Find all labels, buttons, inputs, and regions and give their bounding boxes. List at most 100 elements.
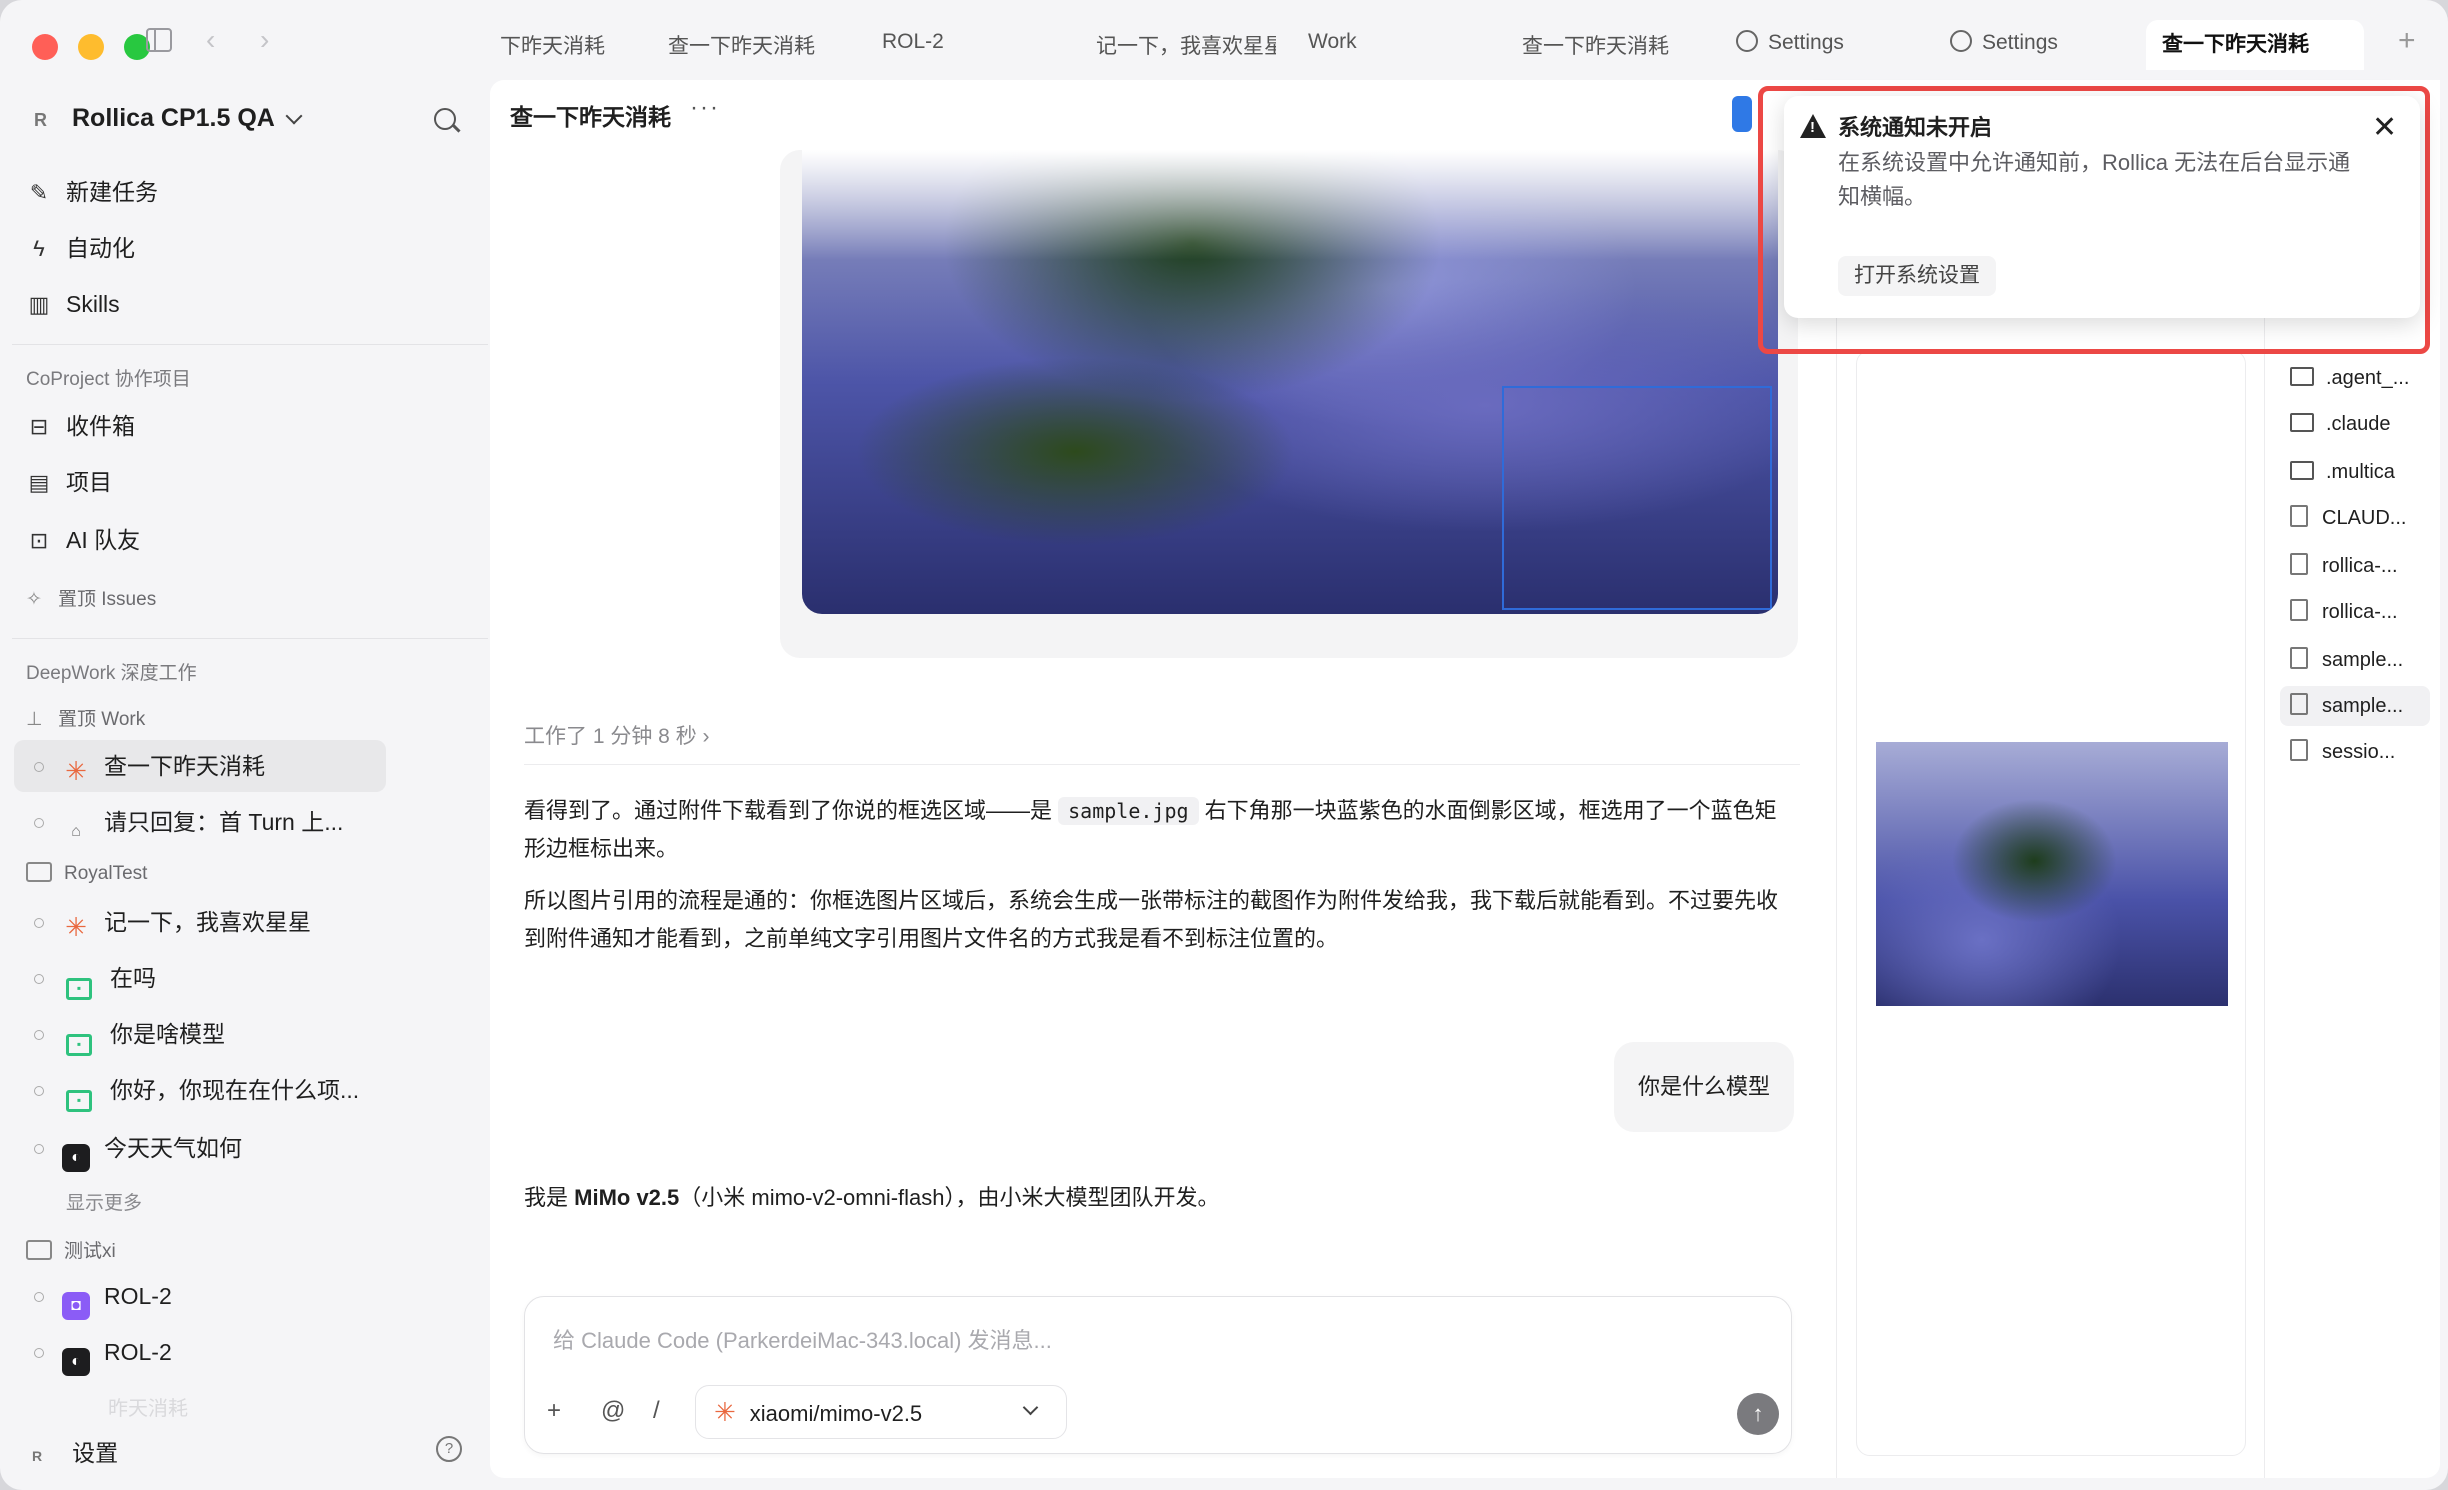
task-label: 今天天气如何: [104, 1135, 242, 1161]
task-label: ROL-2: [104, 1339, 172, 1365]
open-system-settings-button[interactable]: 打开系统设置: [1838, 256, 1996, 296]
faded-task-item[interactable]: 昨天消耗: [108, 1392, 188, 1421]
pinned-work-label: 置顶 Work: [58, 709, 146, 730]
task-item[interactable]: ▪ 你好，你现在在什么项...: [14, 1064, 386, 1116]
minimize-window-button[interactable]: [78, 34, 104, 60]
task-label: 在吗: [110, 965, 156, 991]
group-testxi[interactable]: 测试xi: [26, 1236, 116, 1263]
new-tab-plus-icon[interactable]: +: [2398, 24, 2416, 58]
more-options-icon[interactable]: ···: [690, 94, 720, 122]
toolbar-blue-icon[interactable]: [1732, 96, 1752, 132]
file-icon: [2290, 739, 2308, 761]
task-item-selected[interactable]: ✳ 查一下昨天消耗: [14, 740, 386, 792]
mention-icon[interactable]: @: [601, 1397, 625, 1425]
file-tree-item[interactable]: sessio...: [2290, 732, 2430, 772]
chevron-down-icon[interactable]: [285, 107, 303, 125]
nav-automation[interactable]: ϟ 自动化: [26, 228, 135, 268]
tab-1[interactable]: 查一下昨天消耗: [668, 30, 828, 70]
file-name: sample...: [2322, 649, 2404, 671]
image-file-icon: [2290, 647, 2308, 669]
tab-7[interactable]: Settings: [1950, 30, 2090, 70]
settings-button[interactable]: R 设置: [32, 1434, 118, 1468]
pinned-issues[interactable]: ✧ 置顶 Issues: [26, 584, 156, 611]
app-icon: ◘: [62, 1292, 90, 1320]
close-window-button[interactable]: [32, 34, 58, 60]
slash-command-icon[interactable]: /: [653, 1397, 660, 1425]
status-dot: [34, 1030, 44, 1040]
file-name: .multica: [2326, 461, 2395, 483]
file-icon: [2290, 553, 2308, 575]
task-item[interactable]: ◐ ROL-2: [14, 1326, 386, 1378]
nav-project[interactable]: ▤ 项目: [26, 462, 112, 502]
file-tree-item-selected[interactable]: sample...: [2280, 686, 2430, 726]
file-tree-item[interactable]: sample...: [2290, 640, 2430, 680]
tab-4[interactable]: Work: [1308, 30, 1378, 70]
assistant-reply: 我是 MiMo v2.5（小米 mimo-v2-omni-flash），由小米大…: [524, 1180, 1220, 1212]
task-item[interactable]: ▪ 在吗: [14, 952, 386, 1004]
file-name: CLAUD...: [2322, 507, 2407, 529]
task-item[interactable]: ◘ ROL-2: [14, 1270, 386, 1322]
file-name: sessio...: [2322, 741, 2396, 763]
pinned-work[interactable]: ⊥ 置顶 Work: [26, 704, 145, 731]
task-item[interactable]: ⌂ 请只回复：首 Turn 上...: [14, 796, 386, 848]
tab-5[interactable]: 查一下昨天消耗: [1522, 30, 1682, 70]
group-royaltest[interactable]: RoyalTest: [26, 862, 147, 885]
tab-8-active[interactable]: 查一下昨天消耗: [2146, 20, 2364, 70]
file-tree-item[interactable]: .claude: [2290, 404, 2430, 444]
task-item[interactable]: ✳ 记一下，我喜欢星星: [14, 896, 386, 948]
tab-3[interactable]: 记一下，我喜欢星星: [1096, 30, 1276, 70]
task-label: 你是啥模型: [110, 1021, 225, 1047]
message-composer[interactable]: 给 Claude Code (ParkerdeiMac-343.local) 发…: [524, 1296, 1792, 1454]
work-duration[interactable]: 工作了 1 分钟 8 秒 ›: [524, 720, 710, 750]
composer-input[interactable]: 给 Claude Code (ParkerdeiMac-343.local) 发…: [553, 1323, 1052, 1355]
attach-plus-icon[interactable]: +: [547, 1397, 561, 1425]
task-label: 你好，你现在在什么项...: [110, 1077, 360, 1103]
back-arrow-icon[interactable]: ‹: [206, 24, 215, 56]
file-tree-item[interactable]: .agent_...: [2290, 358, 2430, 398]
tab-0[interactable]: 下昨天消耗: [500, 30, 610, 70]
show-more-link[interactable]: 显示更多: [66, 1188, 142, 1215]
task-label: 记一下，我喜欢星星: [104, 909, 311, 935]
tab-6[interactable]: Settings: [1736, 30, 1876, 70]
section-coproject: CoProject 协作项目: [26, 369, 191, 390]
tab-2[interactable]: ROL-2: [882, 30, 962, 70]
nav-new-task[interactable]: ✎ 新建任务: [26, 172, 158, 212]
user-message: 你是什么模型: [1614, 1042, 1795, 1132]
search-icon[interactable]: [434, 108, 456, 130]
sidebar-toggle-icon[interactable]: [146, 28, 172, 52]
file-tree-item[interactable]: CLAUD...: [2290, 498, 2430, 538]
folder-icon: [26, 1240, 52, 1260]
file-name: .claude: [2326, 413, 2391, 435]
pin-icon: ✧: [26, 589, 42, 610]
image-preview[interactable]: [1876, 742, 2228, 1006]
model-selector[interactable]: ✳ xiaomi/mimo-v2.5: [695, 1385, 1067, 1439]
divider: [12, 344, 488, 345]
file-tree-item[interactable]: rollica-...: [2290, 592, 2430, 632]
task-item[interactable]: ◐ 今天天气如何: [14, 1122, 386, 1174]
notification-body: 在系统设置中允许通知前，Rollica 无法在后台显示通知横幅。: [1838, 150, 2351, 209]
nav-inbox[interactable]: ⊟ 收件箱: [26, 406, 135, 446]
work-duration-text: 工作了 1 分钟 8 秒: [524, 725, 697, 748]
gear-icon: [1950, 30, 1972, 52]
folder-icon: [26, 862, 52, 882]
task-label: 请只回复：首 Turn 上...: [104, 809, 344, 835]
close-icon[interactable]: ✕: [2372, 110, 2397, 145]
send-button[interactable]: ↑: [1737, 1393, 1779, 1435]
selection-box: [1502, 386, 1772, 610]
file-name: sample...: [2322, 695, 2404, 717]
file-tree-item[interactable]: rollica-...: [2290, 546, 2430, 586]
help-icon[interactable]: ?: [436, 1436, 462, 1462]
folder-icon: [2290, 461, 2314, 480]
nav-ai-teammates[interactable]: ⊡ AI 队友: [26, 520, 140, 560]
claude-star-icon: ✳: [65, 912, 87, 942]
attached-image[interactable]: [802, 150, 1778, 614]
chevron-right-icon: ›: [702, 725, 710, 748]
nav-skills[interactable]: ▥ Skills: [26, 284, 120, 324]
panel-divider: [1836, 310, 1837, 1478]
task-item[interactable]: ▪ 你是啥模型: [14, 1008, 386, 1060]
notification-title: 系统通知未开启: [1838, 115, 1993, 140]
file-tree-item[interactable]: .multica: [2290, 452, 2430, 492]
workspace-name[interactable]: Rollica CP1.5 QA: [72, 104, 275, 133]
gear-icon: [1736, 30, 1758, 52]
forward-arrow-icon[interactable]: ›: [260, 24, 269, 56]
